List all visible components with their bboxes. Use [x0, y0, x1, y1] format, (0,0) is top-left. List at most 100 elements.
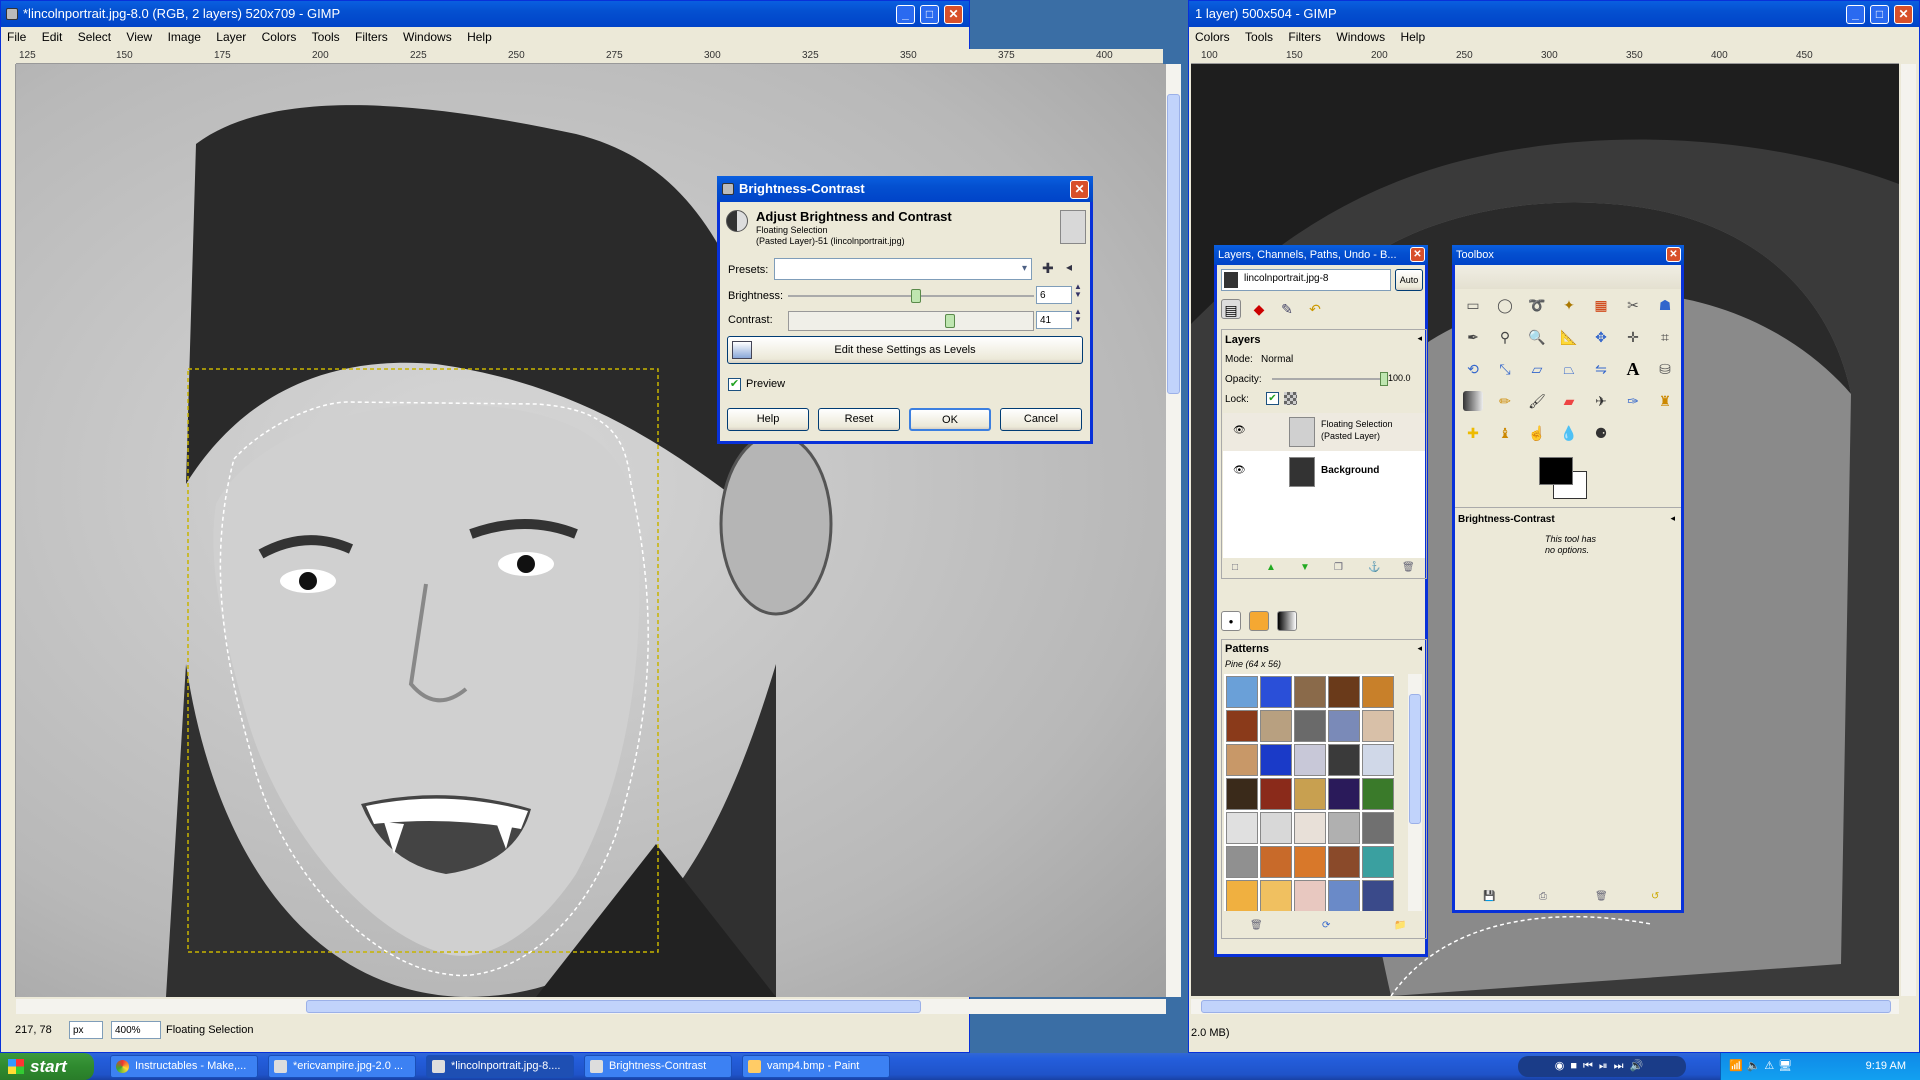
pattern-swatch[interactable]: [1226, 676, 1258, 708]
taskbar-button[interactable]: *ericvampire.jpg-2.0 ...: [268, 1055, 416, 1078]
toolbox-close-button[interactable]: ✕: [1666, 247, 1681, 262]
pattern-swatch[interactable]: [1260, 880, 1292, 911]
gradients-tab-icon[interactable]: [1277, 611, 1297, 631]
brightness-spinbox[interactable]: 6: [1036, 286, 1072, 304]
help-button[interactable]: Help: [727, 408, 809, 431]
pattern-swatch[interactable]: [1226, 880, 1258, 911]
pattern-swatch[interactable]: [1362, 710, 1394, 742]
eye-icon[interactable]: 👁: [1233, 465, 1246, 476]
smudge-icon[interactable]: ☝: [1527, 423, 1547, 443]
pencil-icon[interactable]: ✏: [1495, 391, 1515, 411]
pattern-swatch[interactable]: [1362, 846, 1394, 878]
taskbar-button[interactable]: *lincolnportrait.jpg-8....: [426, 1055, 574, 1078]
heal-icon[interactable]: ✚: [1463, 423, 1483, 443]
perspective-clone-icon[interactable]: ♝: [1495, 423, 1515, 443]
foreground-select-icon[interactable]: ☗: [1655, 295, 1675, 315]
pattern-swatch[interactable]: [1294, 676, 1326, 708]
pattern-grid[interactable]: [1224, 674, 1394, 911]
menu-layer[interactable]: Layer: [216, 30, 246, 44]
mode-select[interactable]: Normal: [1258, 351, 1424, 369]
pattern-swatch[interactable]: [1328, 880, 1360, 911]
pattern-swatch[interactable]: [1362, 778, 1394, 810]
layer-row[interactable]: 👁 Floating Selection (Pasted Layer): [1223, 413, 1425, 451]
contrast-slider-handle[interactable]: [944, 314, 955, 328]
dialog-title-bar[interactable]: Brightness-Contrast ✕: [717, 176, 1093, 202]
horizontal-scroll-thumb[interactable]: [1201, 1000, 1891, 1013]
brushes-tab-icon[interactable]: ●: [1221, 611, 1241, 631]
spin-arrows-icon[interactable]: ▲ ▼: [1074, 283, 1082, 299]
menu-help[interactable]: Help: [1400, 30, 1425, 44]
spin-arrows-icon[interactable]: ▲ ▼: [1074, 308, 1082, 324]
add-preset-icon[interactable]: ✚: [1042, 260, 1054, 277]
brightness-slider[interactable]: [788, 289, 1034, 303]
menu-tools[interactable]: Tools: [312, 30, 340, 44]
minimize-button[interactable]: _: [896, 5, 915, 24]
pattern-swatch[interactable]: [1362, 812, 1394, 844]
reset-button[interactable]: Reset: [818, 408, 900, 431]
pattern-swatch[interactable]: [1260, 676, 1292, 708]
panel-menu-icon[interactable]: ◂: [1670, 513, 1675, 524]
patterns-scrollbar[interactable]: [1408, 674, 1422, 911]
pattern-swatch[interactable]: [1294, 812, 1326, 844]
paintbrush-icon[interactable]: 🖌: [1527, 391, 1547, 411]
bucket-fill-icon[interactable]: ⛁: [1655, 359, 1675, 379]
main-horizontal-scrollbar[interactable]: [16, 999, 1166, 1014]
menu-file[interactable]: File: [7, 30, 26, 44]
media-player-toolbar[interactable]: ◉■⏮⏯⏭🔊: [1518, 1056, 1686, 1077]
layers-dock-title-bar[interactable]: Layers, Channels, Paths, Undo - B... ✕: [1214, 245, 1428, 265]
edit-as-levels-button[interactable]: Edit these Settings as Levels: [727, 336, 1083, 364]
pattern-swatch[interactable]: [1226, 710, 1258, 742]
pattern-swatch[interactable]: [1226, 846, 1258, 878]
image-selector[interactable]: lincolnportrait.jpg-8: [1221, 269, 1391, 291]
free-select-icon[interactable]: ➰: [1527, 295, 1547, 315]
lock-alpha-icon[interactable]: [1284, 392, 1297, 405]
delete-layer-icon[interactable]: 🗑: [1402, 562, 1415, 573]
patterns-tab-icon[interactable]: [1249, 611, 1269, 631]
ink-icon[interactable]: ✑: [1623, 391, 1643, 411]
pattern-swatch[interactable]: [1294, 744, 1326, 776]
raise-layer-icon[interactable]: ▲: [1266, 562, 1276, 573]
dialog-close-button[interactable]: ✕: [1070, 180, 1089, 199]
horizontal-scroll-thumb[interactable]: [306, 1000, 921, 1013]
maximize-button[interactable]: □: [1870, 5, 1889, 24]
panel-menu-icon[interactable]: ◂: [1417, 643, 1422, 654]
opacity-slider[interactable]: [1272, 372, 1388, 386]
perspective-icon[interactable]: ⏢: [1559, 359, 1579, 379]
pattern-swatch[interactable]: [1260, 812, 1292, 844]
pattern-swatch[interactable]: [1294, 710, 1326, 742]
panel-menu-icon[interactable]: ◂: [1417, 333, 1422, 344]
close-button[interactable]: ✕: [1894, 5, 1913, 24]
menu-help[interactable]: Help: [467, 30, 492, 44]
crop-icon[interactable]: ⌗: [1655, 327, 1675, 347]
menu-view[interactable]: View: [126, 30, 152, 44]
eye-icon[interactable]: 👁: [1233, 425, 1246, 436]
main-vertical-scrollbar[interactable]: [1166, 64, 1181, 997]
measure-icon[interactable]: 📐: [1559, 327, 1579, 347]
save-options-icon[interactable]: 💾: [1483, 891, 1495, 902]
delete-pattern-icon[interactable]: 🗑: [1250, 920, 1263, 931]
scale-icon[interactable]: ⤡: [1495, 359, 1515, 379]
menu-colors[interactable]: Colors: [262, 30, 297, 44]
opacity-slider-handle[interactable]: [1380, 372, 1388, 386]
pattern-swatch[interactable]: [1260, 710, 1292, 742]
restore-options-icon[interactable]: ⎙: [1539, 891, 1547, 902]
contrast-spinbox[interactable]: 41: [1036, 311, 1072, 329]
reset-options-icon[interactable]: ↺: [1651, 891, 1659, 902]
clone-icon[interactable]: ♜: [1655, 391, 1675, 411]
layers-tab-icon[interactable]: ▤: [1221, 299, 1241, 319]
pattern-swatch[interactable]: [1328, 744, 1360, 776]
pattern-swatch[interactable]: [1362, 880, 1394, 911]
undo-tab-icon[interactable]: ↶: [1305, 299, 1325, 319]
patterns-scroll-thumb[interactable]: [1409, 694, 1421, 824]
blend-icon[interactable]: [1463, 391, 1483, 411]
eraser-icon[interactable]: ▰: [1559, 391, 1579, 411]
flip-icon[interactable]: ⇋: [1591, 359, 1611, 379]
brightness-slider-handle[interactable]: [910, 289, 921, 303]
paths-tool-icon[interactable]: ✒: [1463, 327, 1483, 347]
align-icon[interactable]: ✛: [1623, 327, 1643, 347]
anchor-layer-icon[interactable]: ⚓: [1368, 562, 1380, 573]
menu-windows[interactable]: Windows: [1336, 30, 1385, 44]
move-icon[interactable]: ✥: [1591, 327, 1611, 347]
layer-row[interactable]: 👁 Background: [1223, 453, 1425, 491]
pattern-swatch[interactable]: [1328, 676, 1360, 708]
